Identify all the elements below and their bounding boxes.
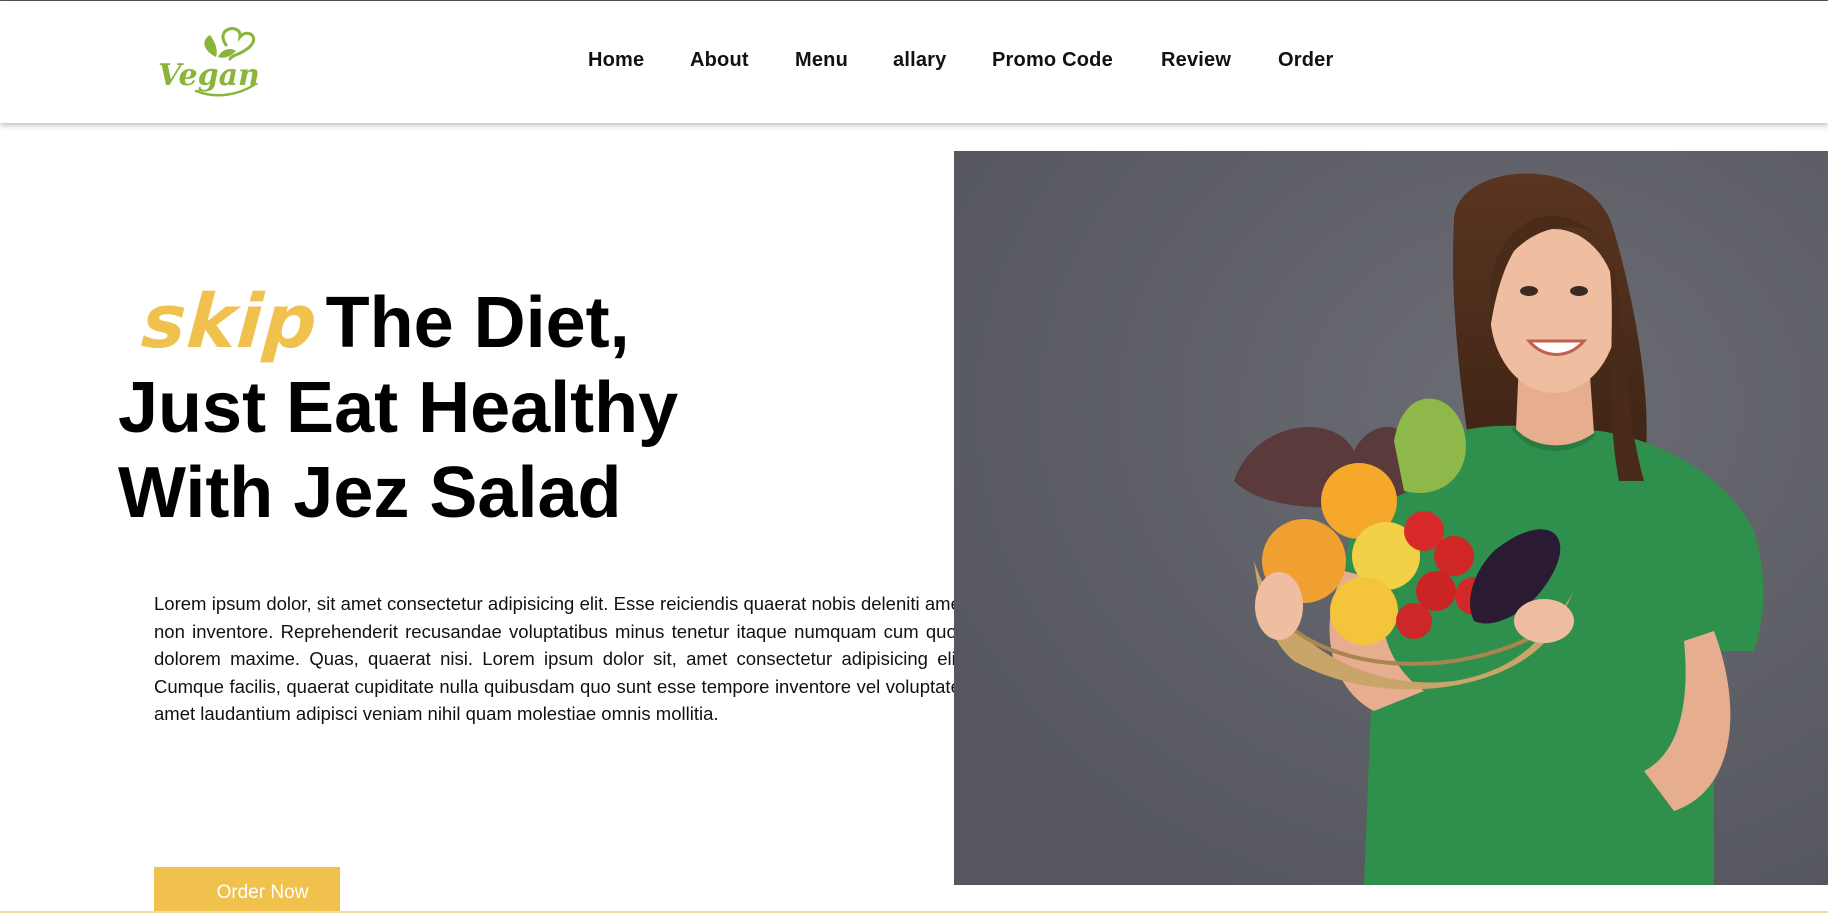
nav-item-allary[interactable]: allary (893, 49, 946, 72)
hero-title: skipThe Diet, Just Eat Healthy With Jez … (118, 279, 918, 536)
nav-item-order[interactable]: Order (1278, 49, 1333, 72)
hero-description: Lorem ipsum dolor, sit amet consectetur … (154, 593, 966, 725)
nav-item-review[interactable]: Review (1161, 49, 1231, 72)
hero-title-line-2: Just Eat Healthy (118, 368, 679, 448)
hero-title-line-1: The Diet, (325, 283, 630, 363)
nav-item-about[interactable]: About (690, 49, 749, 72)
site-header: Vegan Home About Menu allary Promo Code … (0, 1, 1828, 123)
main-navigation: Home About Menu allary Promo Code Review… (0, 49, 1828, 75)
nav-item-menu[interactable]: Menu (795, 49, 848, 72)
hero-highlight-word: skip (139, 279, 321, 365)
hero-image-woman-with-vegetables (954, 151, 1828, 885)
nav-item-home[interactable]: Home (588, 49, 644, 72)
order-now-button[interactable]: Order Now (154, 867, 340, 913)
nav-item-promo-code[interactable]: Promo Code (992, 49, 1113, 72)
hero-title-line-3: With Jez Salad (118, 453, 622, 533)
